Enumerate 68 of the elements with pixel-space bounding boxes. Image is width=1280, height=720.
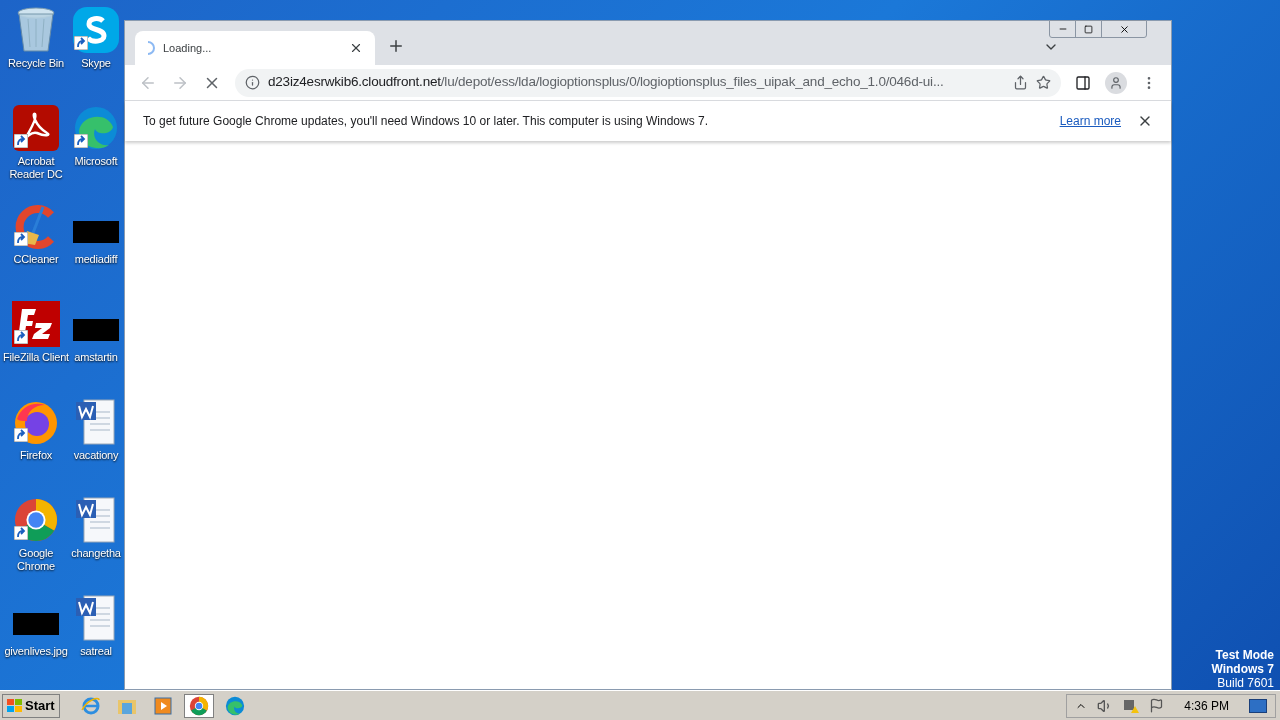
clock[interactable]: 4:36 PM: [1184, 696, 1229, 715]
url-text: d23iz4esrwkib6.cloudfront.net/lu/depot/ess/lda/logioptionsplus/0/logioptionsplus_files_uipak_and_echo_1.0/046d-ui...: [268, 73, 945, 92]
desktop-icon-label: vacationy: [73, 449, 119, 462]
desktop-icon[interactable]: changetha: [69, 496, 123, 594]
ie-icon: [80, 695, 101, 716]
desktop-icon-label: Recycle Bin: [8, 57, 64, 70]
media-player-icon: [153, 696, 172, 715]
image-thumbnail: [73, 319, 119, 341]
show-desktop-icon[interactable]: [1249, 698, 1267, 713]
desktop-icon-label: Microsoft: [74, 155, 118, 168]
desktop-icon[interactable]: Firefox: [0, 398, 72, 496]
close-icon: [1118, 23, 1130, 35]
desktop-icon-label: Firefox: [19, 449, 53, 462]
edge-icon: [73, 105, 119, 151]
flag-icon[interactable]: [1149, 698, 1165, 713]
recycle-bin-icon: [16, 7, 56, 53]
desktop-icon[interactable]: FileZilla Client: [0, 300, 72, 398]
network-warning-icon[interactable]: [1123, 697, 1140, 714]
desktop-icon[interactable]: CCleaner: [0, 202, 72, 300]
desktop-icon[interactable]: Skype: [69, 6, 123, 104]
chrome-icon: [188, 695, 209, 716]
desktop-icon-label: Google Chrome: [16, 547, 56, 573]
desktop-icon-label: changetha: [71, 547, 121, 560]
desktop-icon[interactable]: Google Chrome: [0, 496, 72, 594]
info-message: To get future Google Chrome updates, you'll need Windows 10 or later. This computer is using Windows 7.: [143, 113, 710, 130]
address-bar[interactable]: d23iz4esrwkib6.cloudfront.net/lu/depot/ess/lda/logioptionsplus/0/logioptionsplus_files_uipak_and_echo_1.0/046d-ui...: [235, 68, 1061, 97]
watermark-text: Windows 7: [1211, 662, 1274, 676]
desktop-icon[interactable]: givenlives.jpg: [0, 594, 72, 692]
desktop-icon[interactable]: Acrobat Reader DC: [0, 104, 72, 202]
desktop-icon-label: CCleaner: [13, 253, 59, 266]
desktop-icon-label: satreal: [80, 645, 112, 658]
bookmark-star-icon[interactable]: [1036, 75, 1051, 90]
document-icon: [76, 398, 116, 446]
learn-more-link[interactable]: Learn more: [1059, 112, 1121, 130]
share-icon[interactable]: [1013, 75, 1028, 90]
new-tab-icon[interactable]: [387, 37, 405, 55]
desktop-icon-label: amstartin: [74, 351, 118, 364]
desktop-icon[interactable]: mediadiff: [69, 202, 123, 300]
browser-tab[interactable]: Loading...: [135, 31, 375, 65]
side-panel-icon[interactable]: [1075, 74, 1091, 91]
desktop-icon[interactable]: amstartin: [69, 300, 123, 398]
document-icon: [76, 594, 116, 642]
desktop-icon[interactable]: vacationy: [69, 398, 123, 496]
image-thumbnail: [73, 221, 119, 243]
maximize-icon: [1084, 24, 1093, 34]
desktop-icon[interactable]: satreal: [69, 594, 123, 692]
desktop-icon[interactable]: Microsoft: [69, 104, 123, 202]
tab-title: Loading...: [163, 40, 213, 56]
desktop-icon-label: FileZilla Client: [3, 351, 69, 364]
close-tab-icon[interactable]: [349, 41, 363, 55]
desktop-icon-label: givenlives.jpg: [4, 645, 68, 658]
desktop-icon[interactable]: Recycle Bin: [0, 6, 72, 104]
pdf-reader-icon: [13, 105, 59, 151]
skype-icon: [73, 7, 119, 53]
taskbar-app[interactable]: [183, 693, 214, 718]
info-icon: [245, 75, 260, 90]
start-button[interactable]: Start: [2, 693, 60, 718]
windows-logo-icon: [7, 698, 23, 713]
desktop-icon-label: Skype: [81, 57, 111, 70]
desktop-icon-label: mediadiff: [74, 253, 118, 266]
filezilla-icon: [12, 301, 60, 347]
watermark-text: Build 7601: [1217, 676, 1274, 690]
desktop-icon-label: Acrobat Reader DC: [8, 155, 64, 181]
document-icon: [76, 496, 116, 544]
edge-icon: [224, 695, 245, 716]
image-thumbnail: [13, 613, 59, 635]
watermark-text: Test Mode: [1215, 648, 1274, 662]
profile-avatar[interactable]: [1105, 71, 1127, 94]
